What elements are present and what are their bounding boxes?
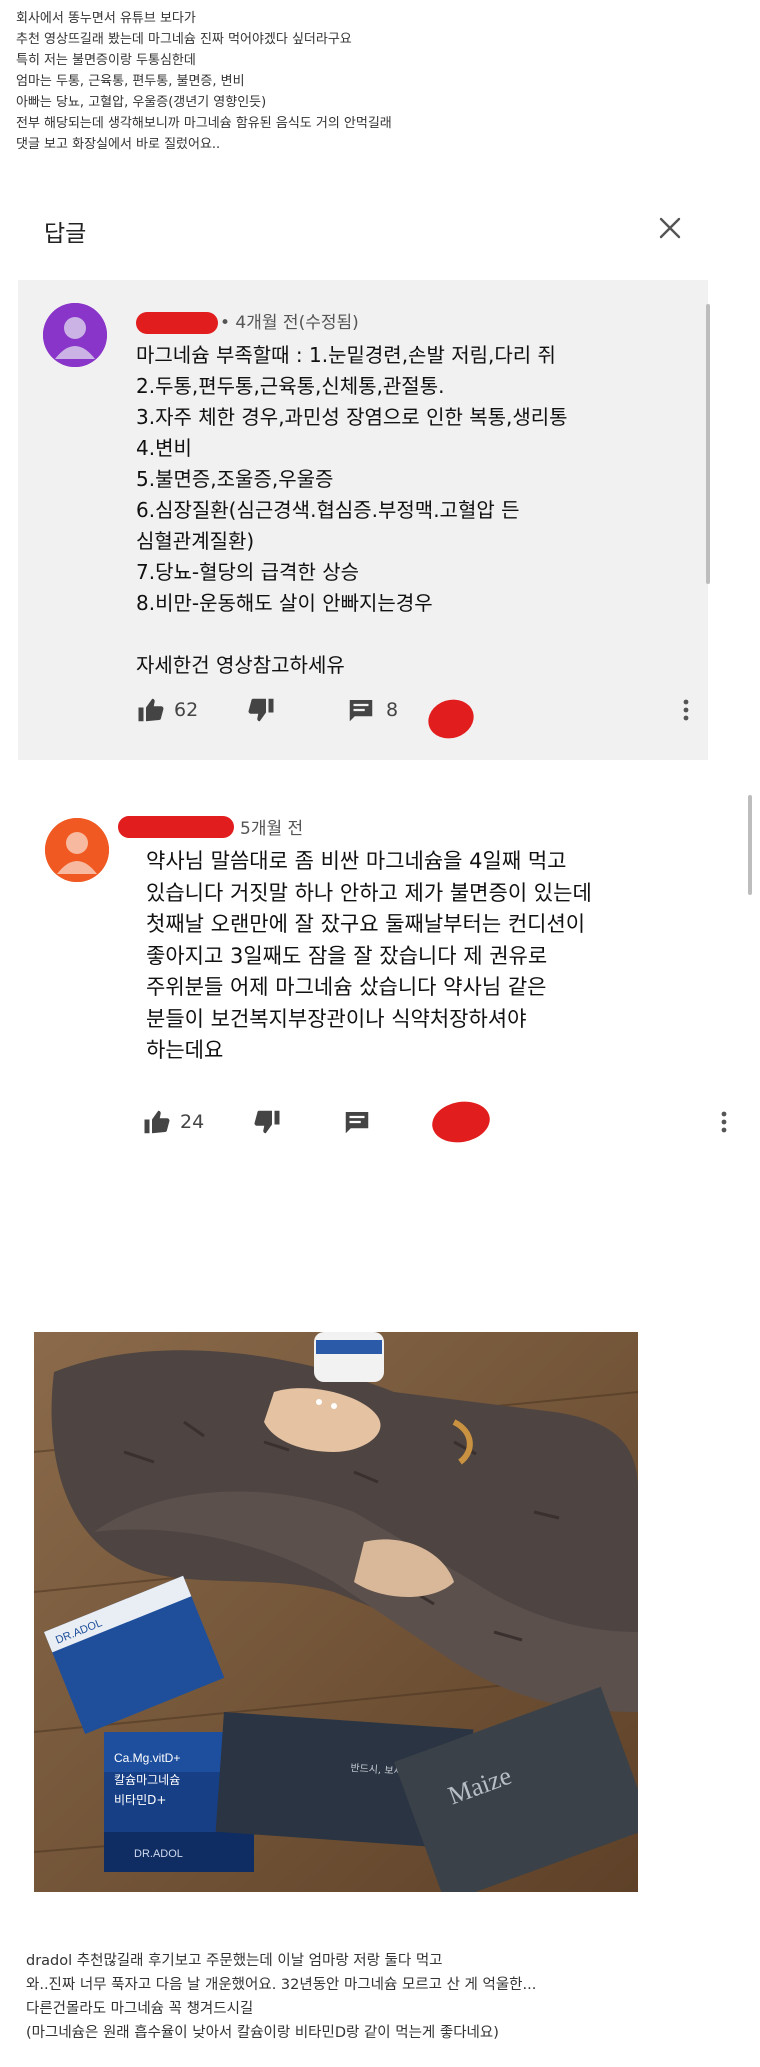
outro-line: dradol 추천많길래 후기보고 주문했는데 이날 엄마랑 저랑 둘다 먹고: [26, 1953, 443, 1969]
comment-line: 2.두통,편두통,근육통,신체통,관절통.: [136, 374, 445, 398]
comment-line: 좋아지고 3일째도 잠을 잘 잤습니다 제 권유로: [146, 943, 548, 968]
more-options-button[interactable]: [674, 694, 698, 726]
outro-line: (마그네슘은 원래 흡수율이 낮아서 칼슘이랑 비타민D랑 같이 먹는게 좋다네…: [26, 2025, 499, 2041]
comment-line: 3.자주 체한 경우,과민성 장염으로 인한 복통,생리통: [136, 405, 568, 429]
intro-line: 특히 저는 불면증이랑 두통심한데: [16, 53, 196, 68]
close-icon: [659, 217, 681, 239]
outro-text: dradol 추천많길래 후기보고 주문했는데 이날 엄마랑 저랑 둘다 먹고 …: [26, 1949, 746, 2045]
redacted-username: [118, 816, 234, 838]
reply-count: 8: [386, 699, 399, 721]
outro-line: 와..진짜 너무 푹자고 다음 날 개운했어요. 32년동안 마그네슘 모르고 …: [26, 1977, 537, 1993]
comment-line: 4.변비: [136, 436, 192, 460]
replies-title: 답글: [44, 221, 87, 247]
comment-timestamp: 5개월 전: [240, 819, 304, 839]
reply-button[interactable]: 8: [346, 695, 398, 725]
default-avatar-icon: [45, 818, 109, 882]
comment-line: 주위분들 어제 마그네슘 샀습니다 약사님 같은: [146, 975, 547, 999]
reply-button[interactable]: [342, 1107, 372, 1137]
replies-header: 답글: [0, 200, 760, 280]
intro-line: 회사에서 똥누면서 유튜브 보다가: [16, 11, 196, 26]
thumbs-down-icon: [248, 698, 274, 722]
comment-line: 첫째날 오랜만에 잘 잤구요 둘째날부터는 컨디션이: [146, 912, 586, 936]
comment-line: 약사님 말씀대로 좀 비싼 마그네슘을 4일째 먹고: [146, 849, 567, 873]
redacted-username: [136, 312, 218, 334]
photo-illustration: DR.ADOL Ca.Mg.vitD+ 칼슘마그네슘 비타민D+ DR.ADOL…: [34, 1332, 638, 1892]
more-vertical-icon: [683, 699, 689, 721]
comment-line: 7.당뇨-혈당의 급격한 상승: [136, 560, 360, 584]
product-photo: DR.ADOL Ca.Mg.vitD+ 칼슘마그네슘 비타민D+ DR.ADOL…: [34, 1332, 638, 1892]
intro-text: 회사에서 똥누면서 유튜브 보다가 추천 영상뜨길래 봤는데 마그네슘 진짜 먹…: [16, 8, 746, 155]
avatar[interactable]: [43, 303, 107, 367]
comment-line: 있습니다 거짓말 하나 안하고 제가 불면증이 있는데: [146, 880, 592, 905]
thumbs-up-icon: [144, 1110, 170, 1134]
dislike-button[interactable]: [252, 1107, 282, 1137]
thumbs-down-icon: [254, 1110, 280, 1134]
comment-line: 마그네슘 부족할때 : 1.눈밑경련,손발 저림,다리 쥐: [136, 343, 556, 367]
box-label-2: 칼슘마그네슘: [114, 1773, 180, 1787]
avatar[interactable]: [45, 818, 109, 882]
comment-timestamp: • 4개월 전(수정됨): [220, 313, 359, 333]
comment-actions: 62 8: [136, 690, 696, 730]
like-button[interactable]: 24: [142, 1107, 204, 1137]
comment-icon: [345, 1112, 369, 1134]
box-brand-text: DR.ADOL: [134, 1848, 183, 1860]
comment-line: 5.불면증,조울증,우울증: [136, 467, 334, 491]
comment-actions: 24: [142, 1102, 702, 1142]
like-button[interactable]: 62: [136, 695, 198, 725]
more-options-button[interactable]: [712, 1106, 736, 1138]
comment-icon: [349, 700, 373, 722]
comment-line: 심혈관계질환): [136, 529, 255, 553]
comment-line: 분들이 보건복지부장관이나 식약처장하셔야: [146, 1006, 527, 1031]
scrollbar[interactable]: [748, 795, 752, 895]
comment-body: 약사님 말씀대로 좀 비싼 마그네슘을 4일째 먹고 있습니다 거짓말 하나 안…: [146, 846, 726, 1067]
comment-body: 마그네슘 부족할때 : 1.눈밑경련,손발 저림,다리 쥐 2.두통,편두통,근…: [136, 340, 696, 681]
more-vertical-icon: [721, 1111, 727, 1133]
like-count: 24: [180, 1111, 205, 1133]
box-label-1: Ca.Mg.vitD+: [114, 1751, 180, 1765]
outro-line: 다른건몰라도 마그네슘 꼭 챙겨드시길: [26, 2001, 254, 2017]
default-avatar-icon: [43, 303, 107, 367]
dislike-button[interactable]: [246, 695, 276, 725]
intro-line: 추천 영상뜨길래 봤는데 마그네슘 진짜 먹어야겠다 싶더라구요: [16, 32, 352, 47]
close-button[interactable]: [652, 210, 688, 246]
box-label-3: 비타민D+: [114, 1793, 166, 1807]
scrollbar[interactable]: [706, 304, 710, 584]
intro-line: 엄마는 두통, 근육통, 편두통, 불면증, 변비: [16, 74, 245, 89]
intro-line: 아빠는 당뇨, 고혈압, 우울증(갱년기 영향인듯): [16, 95, 267, 110]
reply-comment: 5개월 전 약사님 말씀대로 좀 비싼 마그네슘을 4일째 먹고 있습니다 거짓…: [18, 780, 752, 1160]
intro-line: 댓글 보고 화장실에서 바로 질렀어요..: [16, 137, 221, 152]
intro-line: 전부 해당되는데 생각해보니까 마그네슘 함유된 음식도 거의 안먹길래: [16, 116, 392, 131]
parent-comment: • 4개월 전(수정됨) 마그네슘 부족할때 : 1.눈밑경련,손발 저림,다리…: [18, 280, 710, 760]
comment-line: 하는데요: [146, 1038, 224, 1062]
comment-line: 자세한건 영상참고하세유: [136, 653, 345, 677]
thumbs-up-icon: [138, 698, 164, 722]
comment-line: 8.비만-운동해도 살이 안빠지는경우: [136, 591, 433, 615]
comment-line: 6.심장질환(심근경색.협심증.부정맥.고혈압 든: [136, 498, 520, 522]
like-count: 62: [174, 699, 199, 721]
